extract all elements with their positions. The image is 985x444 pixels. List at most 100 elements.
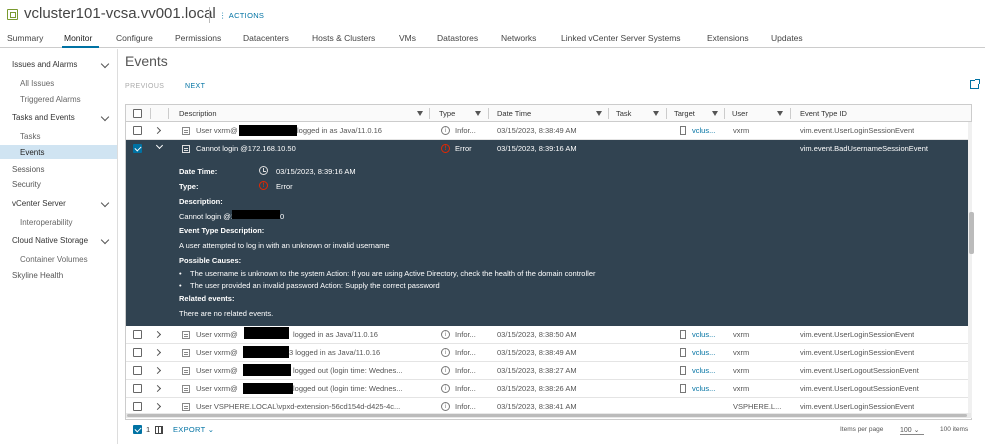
tab-hosts-clusters[interactable]: Hosts & Clusters — [312, 33, 375, 43]
tab-datacenters[interactable]: Datacenters — [243, 33, 289, 43]
table-row[interactable]: User vxrm@ 3 logged in as Java/11.0.16 i… — [126, 344, 971, 362]
events-datagrid: Description Type Date Time Task Target U… — [125, 104, 972, 420]
expand-chevron-icon[interactable] — [153, 126, 162, 135]
footer-selection-checkbox[interactable] — [133, 425, 142, 434]
redaction — [243, 383, 293, 394]
sidebar-group-cloud-native-storage[interactable]: Cloud Native Storage — [12, 236, 88, 245]
sidebar-item-skyline-health[interactable]: Skyline Health — [12, 271, 63, 280]
row-target-link[interactable]: vclus... — [692, 330, 715, 339]
previous-button[interactable]: PREVIOUS — [125, 83, 164, 90]
filter-icon[interactable] — [417, 111, 423, 116]
chevron-down-icon[interactable] — [100, 59, 110, 69]
row-date: 03/15/2023, 8:38:41 AM — [497, 402, 577, 411]
sidebar-item-interoperability[interactable]: Interoperability — [20, 218, 72, 227]
row-checkbox[interactable] — [133, 330, 142, 339]
tab-configure[interactable]: Configure — [116, 33, 153, 43]
row-description-suffix: 3 logged in as Java/11.0.16 — [289, 348, 381, 357]
expand-chevron-icon[interactable] — [153, 348, 162, 357]
vertical-scrollbar-track[interactable] — [968, 122, 972, 418]
sidebar-group-vcenter-server[interactable]: vCenter Server — [12, 199, 66, 208]
event-icon — [182, 349, 190, 357]
chevron-down-icon[interactable] — [100, 235, 110, 245]
sidebar-item-tasks[interactable]: Tasks — [20, 132, 40, 141]
row-event-id: vim.event.UserLoginSessionEvent — [800, 402, 915, 411]
tab-monitor[interactable]: Monitor — [64, 33, 92, 43]
items-per-page-select[interactable]: 100 ⌄ — [900, 423, 924, 435]
tab-networks[interactable]: Networks — [501, 33, 536, 43]
row-checkbox-checked[interactable] — [133, 144, 142, 153]
actions-button[interactable]: ⋮ ACTIONS — [219, 11, 264, 20]
column-description[interactable]: Description — [179, 109, 217, 118]
filter-icon[interactable] — [712, 111, 718, 116]
expand-chevron-icon[interactable] — [153, 366, 162, 375]
sidebar-item-security[interactable]: Security — [12, 180, 41, 189]
monitor-sidebar: Issues and Alarms All Issues Triggered A… — [0, 49, 118, 444]
popout-icon[interactable] — [970, 79, 980, 89]
filter-icon[interactable] — [653, 111, 659, 116]
column-task[interactable]: Task — [616, 109, 631, 118]
tab-updates[interactable]: Updates — [771, 33, 803, 43]
row-target-link[interactable]: vclus... — [692, 348, 715, 357]
event-icon — [182, 385, 190, 393]
sidebar-group-tasks-events[interactable]: Tasks and Events — [12, 113, 75, 122]
horizontal-scrollbar-thumb[interactable] — [127, 414, 967, 417]
sidebar-group-issues[interactable]: Issues and Alarms — [12, 60, 77, 69]
tab-linked-vcenter[interactable]: Linked vCenter Server Systems — [561, 33, 681, 43]
column-type[interactable]: Type — [439, 109, 455, 118]
sidebar-item-events[interactable]: Events — [20, 148, 44, 157]
filter-icon[interactable] — [777, 111, 783, 116]
expand-chevron-icon[interactable] — [153, 384, 162, 393]
table-row[interactable]: User vxrm@ logged out (login time: Wedne… — [126, 380, 971, 398]
clock-icon — [259, 166, 268, 175]
object-header: vcluster101-vcsa.vv001.local ⋮ ACTIONS — [0, 0, 985, 30]
sidebar-item-all-issues[interactable]: All Issues — [20, 79, 54, 88]
column-user[interactable]: User — [732, 109, 748, 118]
filter-icon[interactable] — [475, 111, 481, 116]
expand-chevron-icon[interactable] — [153, 330, 162, 339]
row-checkbox[interactable] — [133, 126, 142, 135]
row-target-link[interactable]: vclus... — [692, 126, 715, 135]
row-checkbox[interactable] — [133, 348, 142, 357]
chevron-down-icon[interactable] — [100, 198, 110, 208]
row-target-link[interactable]: vclus... — [692, 384, 715, 393]
sidebar-item-sessions[interactable]: Sessions — [12, 165, 44, 174]
row-event-id: vim.event.UserLogoutSessionEvent — [800, 384, 919, 393]
vcenter-icon — [680, 366, 686, 375]
select-all-checkbox[interactable] — [133, 109, 142, 118]
filter-icon[interactable] — [596, 111, 602, 116]
tab-extensions[interactable]: Extensions — [707, 33, 749, 43]
collapse-chevron-icon[interactable] — [155, 141, 164, 150]
column-separator — [150, 108, 151, 119]
column-event-type-id[interactable]: Event Type ID — [800, 109, 847, 118]
header-divider — [209, 7, 210, 23]
sidebar-item-triggered-alarms[interactable]: Triggered Alarms — [20, 95, 81, 104]
tab-permissions[interactable]: Permissions — [175, 33, 221, 43]
expanded-event-row[interactable]: Cannot login @172.168.10.50 ! Error 03/1… — [126, 140, 971, 326]
redaction — [243, 364, 291, 376]
column-target[interactable]: Target — [674, 109, 695, 118]
tab-datastores[interactable]: Datastores — [437, 33, 478, 43]
vertical-scrollbar-thumb[interactable] — [969, 212, 974, 254]
column-toggle-icon[interactable] — [155, 426, 163, 434]
tab-vms[interactable]: VMs — [399, 33, 416, 43]
table-row[interactable]: User vxrm@ logged out (login time: Wedne… — [126, 362, 971, 380]
next-button[interactable]: NEXT — [185, 83, 205, 90]
row-checkbox[interactable] — [133, 384, 142, 393]
chevron-down-icon[interactable] — [100, 112, 110, 122]
row-event-id: vim.event.UserLoginSessionEvent — [800, 126, 915, 135]
row-target-link[interactable]: vclus... — [692, 366, 715, 375]
object-title: vcluster101-vcsa.vv001.local — [24, 5, 216, 22]
export-button[interactable]: EXPORT ⌄ — [173, 425, 214, 434]
table-row[interactable]: User vxrm@ logged in as Java/11.0.16 i I… — [126, 122, 971, 140]
expand-chevron-icon[interactable] — [153, 402, 162, 411]
detail-description-suffix: 0 — [280, 212, 285, 221]
row-checkbox[interactable] — [133, 402, 142, 411]
column-date-time[interactable]: Date Time — [497, 109, 531, 118]
tab-summary[interactable]: Summary — [7, 33, 43, 43]
detail-related-events-label: Related events: — [179, 294, 235, 303]
table-row[interactable]: User vxrm@ logged in as Java/11.0.16 i I… — [126, 326, 971, 344]
row-checkbox[interactable] — [133, 366, 142, 375]
vcenter-icon — [680, 126, 686, 135]
detail-description-prefix: Cannot login @1 — [179, 212, 235, 221]
sidebar-item-container-volumes[interactable]: Container Volumes — [20, 255, 88, 264]
